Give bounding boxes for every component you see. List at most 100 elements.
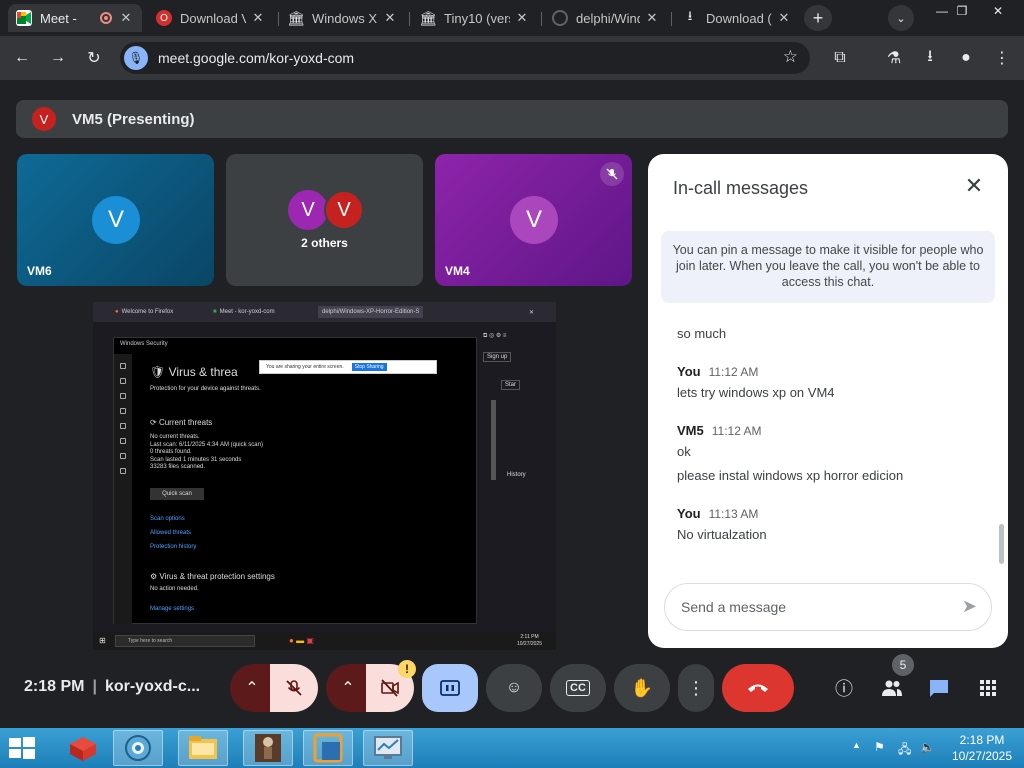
- security-subheading: Protection for your device against threa…: [150, 386, 261, 392]
- message-input[interactable]: [681, 599, 941, 615]
- restore-icon[interactable]: ❐: [944, 0, 980, 22]
- taskbar-app-monitor-icon[interactable]: [363, 730, 413, 766]
- shared-search-box: Type here to search: [115, 635, 255, 647]
- chat-icon[interactable]: [925, 674, 953, 702]
- present-screen-button[interactable]: [422, 664, 478, 712]
- send-icon[interactable]: ➤: [962, 596, 977, 617]
- mic-off-icon: [286, 680, 302, 696]
- captions-button[interactable]: CC: [550, 664, 606, 712]
- audio-options-chevron-icon[interactable]: ⌃: [230, 664, 274, 712]
- close-tab-icon[interactable]: ✕: [776, 10, 792, 26]
- taskbar-app-file-explorer-icon[interactable]: [178, 730, 228, 766]
- recording-icon: [100, 12, 112, 24]
- participant-tile-others[interactable]: V V 2 others: [226, 154, 423, 286]
- bookmark-star-icon[interactable]: ☆: [783, 47, 798, 67]
- windows-taskbar: ▲ ⚑ 🖧 🔈 2:18 PM 10/27/2025: [0, 728, 1024, 768]
- tab-windows-x[interactable]: 🏛 Windows X ✕: [280, 4, 406, 32]
- meet-controls: 2:18 PM | kor-yoxd-c... ⌃ ⌃ ! ☺ CC ✋ ⋮ ⓘ 5: [0, 654, 1024, 718]
- message-text: No virtualzation: [677, 527, 767, 542]
- microphone-in-use-icon[interactable]: 🎙: [124, 46, 148, 70]
- messages-scrollbar[interactable]: [999, 524, 1004, 564]
- tab-label: delphi/Wind: [576, 10, 640, 26]
- tab-label: Windows X: [312, 10, 378, 26]
- shared-start-icon: ⊞: [99, 636, 106, 645]
- tab-separator: [278, 12, 279, 26]
- tab-label: Download (: [706, 10, 772, 26]
- windows-start-icon[interactable]: [8, 736, 36, 760]
- tray-network-icon[interactable]: 🖧: [898, 740, 911, 761]
- present-icon: [440, 680, 460, 696]
- participant-tile-vm6[interactable]: V VM6: [17, 154, 214, 286]
- tab-separator: [409, 12, 410, 26]
- url-text: meet.google.com/kor-yoxd-com: [158, 50, 355, 66]
- emoji-reaction-button[interactable]: ☺: [486, 664, 542, 712]
- share-notice-bar: You are sharing your entire screen. Stop …: [259, 360, 437, 374]
- profile-icon[interactable]: ●: [954, 46, 978, 70]
- close-tab-icon[interactable]: ✕: [514, 10, 530, 26]
- tray-show-hidden-icon[interactable]: ▲: [852, 740, 861, 750]
- shared-screen[interactable]: ● Welcome to Firefox ■ Meet - kor-yoxd-com…: [93, 302, 556, 650]
- tab-label: Meet -: [40, 10, 77, 26]
- leave-call-button[interactable]: [722, 664, 794, 712]
- tab-tiny10[interactable]: 🏛 Tiny10 (vers ✕: [412, 4, 538, 32]
- tray-volume-icon[interactable]: 🔈: [920, 740, 935, 754]
- presenting-bar: V VM5 (Presenting): [16, 100, 1008, 138]
- shared-tab: ● Welcome to Firefox: [115, 309, 174, 315]
- back-icon[interactable]: ←: [10, 46, 34, 70]
- labs-flask-icon[interactable]: ⚗: [882, 46, 906, 70]
- presenting-label: VM5 (Presenting): [72, 110, 195, 128]
- manage-settings-link: Manage settings: [150, 606, 195, 612]
- shield-icon-heading: 🛡 Virus & threa: [150, 365, 238, 379]
- captions-icon: CC: [566, 680, 590, 696]
- shared-browser-content: ⧉ ◎ ⚙ ≡ Sign up Star History Windows Sec…: [93, 322, 556, 632]
- video-options-chevron-icon[interactable]: ⌃: [326, 664, 370, 712]
- taskbar-app-vmware-icon[interactable]: [113, 730, 163, 766]
- people-icon[interactable]: [878, 674, 906, 702]
- shared-browser-tabs: ● Welcome to Firefox ■ Meet - kor-yoxd-com…: [93, 302, 556, 322]
- message-header: VM5 11:12 AM: [677, 423, 762, 438]
- more-options-icon[interactable]: ⋮: [678, 664, 714, 712]
- people-count-badge: 5: [892, 654, 914, 676]
- taskbar-app-vscode-icon[interactable]: [303, 730, 353, 766]
- tray-flag-icon[interactable]: ⚑: [874, 740, 885, 754]
- address-bar[interactable]: 🎙 meet.google.com/kor-yoxd-com ☆: [120, 42, 810, 74]
- meet-stage: V VM5 (Presenting) V VM6 V V 2 others V …: [0, 80, 1024, 728]
- quick-scan-button: Quick scan: [150, 488, 204, 500]
- shared-browser-toolbar-icons: ⧉ ◎ ⚙ ≡: [483, 333, 507, 339]
- browser-menu-icon[interactable]: ⋮: [990, 46, 1014, 70]
- security-window-title: Windows Security: [120, 341, 168, 347]
- screen: Meet - ✕ O Download V ✕ 🏛 Windows X ✕ 🏛 …: [0, 0, 1024, 768]
- tab-separator: [671, 12, 672, 26]
- forward-icon[interactable]: →: [46, 46, 70, 70]
- raise-hand-button[interactable]: ✋: [614, 664, 670, 712]
- close-tab-icon[interactable]: ✕: [382, 10, 398, 26]
- taskbar-app-toolbox-icon[interactable]: [58, 730, 108, 766]
- close-tab-icon[interactable]: ✕: [644, 10, 660, 26]
- activities-grid-icon[interactable]: [974, 674, 1002, 702]
- tab-delphi[interactable]: delphi/Wind ✕: [544, 4, 668, 32]
- tab-search-chevron-icon[interactable]: ⌄: [888, 5, 914, 31]
- tab-download-v[interactable]: O Download V ✕: [148, 4, 274, 32]
- taskbar-app-horror-game-icon[interactable]: [243, 730, 293, 766]
- tab-download[interactable]: ⭳ Download ( ✕: [674, 4, 800, 32]
- tab-meet[interactable]: Meet - ✕: [8, 4, 142, 32]
- close-icon[interactable]: ✕: [962, 173, 986, 198]
- microphone-off-button[interactable]: [270, 664, 318, 712]
- meeting-details-icon[interactable]: ⓘ: [830, 674, 858, 702]
- downloads-icon[interactable]: ⭳: [918, 46, 942, 70]
- tab-label: Download V: [180, 10, 246, 26]
- close-tab-icon[interactable]: ✕: [118, 10, 134, 26]
- avatar: V: [324, 190, 364, 230]
- message-text: ok: [677, 444, 691, 459]
- message-list[interactable]: so much You 11:12 AM lets try windows xp …: [677, 322, 997, 542]
- windows-security-window: Windows Security You are sharing your en…: [113, 337, 496, 624]
- shared-taskbar-icons: ● ▬ ▣: [289, 636, 314, 645]
- close-tab-icon[interactable]: ✕: [250, 10, 266, 26]
- extensions-icon[interactable]: ⧉: [828, 46, 852, 70]
- meeting-info: 2:18 PM | kor-yoxd-c...: [24, 678, 201, 695]
- new-tab-button[interactable]: +: [804, 5, 832, 31]
- system-clock[interactable]: 2:18 PM 10/27/2025: [944, 732, 1020, 764]
- window-close-icon[interactable]: ✕: [980, 0, 1016, 22]
- participant-tile-vm4[interactable]: V VM4: [435, 154, 632, 286]
- reload-icon[interactable]: ↻: [82, 46, 106, 70]
